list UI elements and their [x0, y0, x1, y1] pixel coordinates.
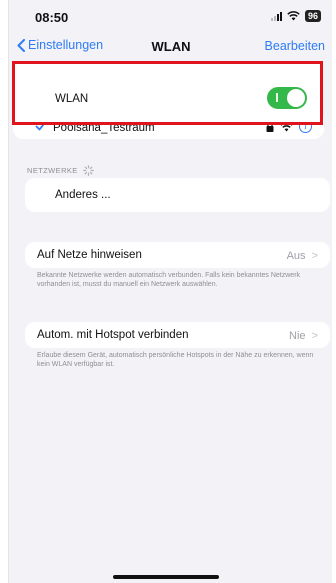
- ask-join-value[interactable]: Aus >: [287, 250, 318, 262]
- ask-join-footnote: Bekannte Netzwerke werden automatisch ve…: [37, 272, 301, 288]
- hotspot-value-text: Nie: [289, 330, 306, 342]
- chevron-right-icon: >: [311, 330, 318, 342]
- hotspot-label[interactable]: Autom. mit Hotspot verbinden: [37, 329, 189, 341]
- wlan-label: WLAN: [55, 93, 89, 105]
- hotspot-group: Autom. mit Hotspot verbinden Nie >: [25, 322, 330, 348]
- toggle-knob: [287, 89, 305, 107]
- status-bar: 08:50 96: [9, 0, 333, 34]
- networks-section-header: NETZWERKE: [27, 165, 94, 176]
- chevron-right-icon: >: [311, 250, 318, 262]
- ask-join-label[interactable]: Auf Netze hinweisen: [37, 249, 142, 261]
- ask-join-value-text: Aus: [286, 250, 306, 262]
- spinner-icon: [82, 165, 94, 176]
- status-time: 08:50: [35, 10, 69, 25]
- status-icons: 96: [270, 10, 321, 22]
- wifi-status-icon: [287, 11, 300, 21]
- battery-icon: 96: [304, 10, 321, 22]
- edit-button[interactable]: Bearbeiten: [265, 39, 325, 53]
- other-network-button[interactable]: Anderes ...: [55, 189, 111, 201]
- toggle-on-mark: [276, 93, 278, 102]
- cellular-signal-icon: [270, 11, 282, 21]
- ask-join-group: Auf Netze hinweisen Aus >: [25, 242, 330, 268]
- wlan-toggle[interactable]: [267, 87, 307, 109]
- wlan-toggle-row: WLAN: [15, 76, 320, 120]
- navigation-bar: Einstellungen WLAN Bearbeiten: [9, 34, 333, 60]
- home-indicator[interactable]: [113, 575, 219, 579]
- hotspot-footnote: Erlaube diesem Gerät, automatisch persön…: [37, 352, 314, 368]
- other-network-group: Anderes ...: [25, 178, 330, 212]
- hotspot-value[interactable]: Nie >: [289, 330, 318, 342]
- networks-section-title: NETZWERKE: [27, 166, 78, 175]
- wlan-highlight-box: WLAN: [12, 61, 323, 125]
